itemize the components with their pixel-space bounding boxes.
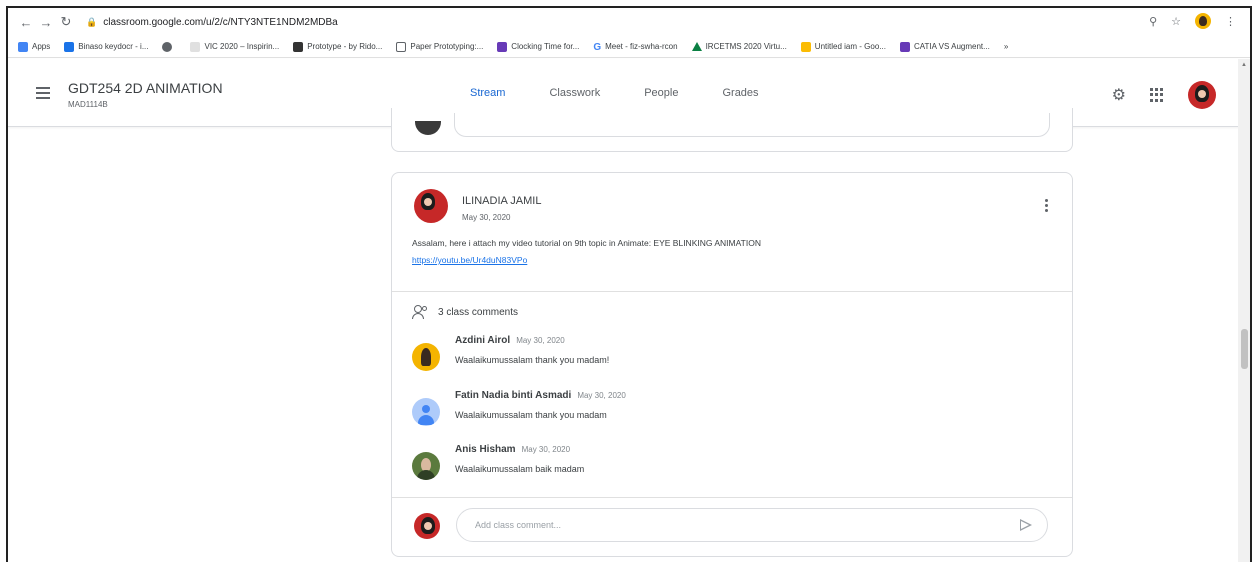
- comment-date: May 30, 2020: [577, 391, 626, 400]
- bookmark-item[interactable]: G Meet - fiz-swha-rcon: [593, 41, 677, 53]
- zoom-icon[interactable]: ⚲: [1149, 15, 1157, 28]
- divider: [392, 291, 1072, 292]
- avatar: [412, 343, 440, 371]
- comment-date: May 30, 2020: [516, 336, 565, 345]
- post-author: ILINADIA JAMIL: [462, 195, 542, 207]
- page-scrollbar[interactable]: ▲: [1238, 59, 1250, 562]
- comment-author: Azdini Airol May 30, 2020: [455, 335, 565, 346]
- bookmark-item[interactable]: VIC 2020 – Inspirin...: [190, 41, 279, 52]
- post-date: May 30, 2020: [462, 213, 511, 222]
- previous-comment-field[interactable]: [454, 113, 1050, 137]
- bookmark-item[interactable]: IRCETMS 2020 Virtu...: [691, 42, 787, 51]
- comment-item: Fatin Nadia binti Asmadi May 30, 2020 Waa…: [412, 390, 1052, 434]
- browser-window: ← → ↻ 🔒 classroom.google.com/u/2/c/NTY3N…: [6, 6, 1252, 562]
- post-link[interactable]: https://youtu.be/Ur4duN83VPo: [412, 255, 527, 265]
- class-comments-label: 3 class comments: [438, 306, 519, 318]
- browser-profile-avatar[interactable]: [1195, 13, 1211, 29]
- comment-author: Anis Hisham May 30, 2020: [455, 444, 571, 455]
- site-icon: [190, 41, 201, 52]
- previous-post-card: [391, 108, 1073, 152]
- globe-icon: [162, 41, 173, 52]
- comment-text: Waalaikumussalam thank you madam!: [455, 355, 610, 365]
- post-card: ILINADIA JAMIL May 30, 2020 Assalam, her…: [391, 172, 1073, 557]
- add-comment-row: [392, 498, 1072, 557]
- bookmark-item[interactable]: Untitled iam - Goo...: [800, 41, 886, 52]
- address-bar: ← → ↻ 🔒 classroom.google.com/u/2/c/NTY3N…: [8, 8, 1250, 36]
- post-text: Assalam, here i attach my video tutorial…: [412, 238, 761, 248]
- prototype-icon: [293, 41, 304, 52]
- account-avatar[interactable]: [1188, 81, 1216, 109]
- page-icon: [396, 41, 407, 52]
- bookmark-item[interactable]: CATIA VS Augment...: [899, 41, 990, 52]
- comment-date: May 30, 2020: [521, 445, 571, 454]
- send-icon[interactable]: [1020, 519, 1032, 531]
- author-avatar: [414, 189, 448, 223]
- star-icon[interactable]: ☆: [1171, 15, 1181, 28]
- add-comment-input[interactable]: [456, 508, 1048, 542]
- browser-menu-icon[interactable]: ⋮: [1225, 15, 1236, 28]
- forward-arrow-icon[interactable]: →: [36, 15, 56, 30]
- more-bookmarks-icon[interactable]: »: [1004, 42, 1008, 51]
- google-icon: G: [593, 41, 602, 53]
- bookmark-item[interactable]: Paper Prototyping:...: [396, 41, 483, 52]
- back-arrow-icon[interactable]: ←: [16, 15, 36, 30]
- shield-icon: [64, 41, 75, 52]
- bookmark-item[interactable]: Apps: [18, 41, 50, 52]
- apps-grid-icon: [18, 41, 28, 52]
- comment-item: Anis Hisham May 30, 2020 Waalaikumussalam…: [412, 444, 1052, 488]
- avatar: [412, 452, 440, 480]
- post-options-icon[interactable]: [1045, 199, 1048, 212]
- scroll-up-icon[interactable]: ▲: [1241, 62, 1247, 68]
- scrollbar-thumb[interactable]: [1241, 329, 1248, 369]
- drive-icon: [800, 41, 811, 52]
- comment-item: Azdini Airol May 30, 2020 Waalaikumussala…: [412, 335, 1052, 379]
- comment-author: Fatin Nadia binti Asmadi May 30, 2020: [455, 390, 626, 401]
- bookmark-item[interactable]: Prototype - by Rido...: [293, 41, 382, 52]
- bookmark-item[interactable]: [162, 41, 176, 52]
- url-field[interactable]: 🔒 classroom.google.com/u/2/c/NTY3NTE1NDM…: [86, 12, 338, 32]
- url-text: classroom.google.com/u/2/c/NTY3NTE1NDM2M…: [103, 16, 338, 28]
- course-section: MAD1114B: [68, 100, 108, 109]
- google-apps-icon[interactable]: [1150, 88, 1164, 102]
- avatar: [412, 398, 440, 426]
- comment-text: Waalaikumussalam thank you madam: [455, 410, 607, 420]
- avatar: [415, 121, 441, 135]
- class-comments-toggle[interactable]: 3 class comments: [412, 305, 518, 319]
- bookmark-item[interactable]: Clocking Time for...: [497, 41, 579, 52]
- lock-icon: 🔒: [86, 16, 98, 27]
- avatar: [414, 513, 440, 539]
- reload-icon[interactable]: ↻: [56, 14, 76, 30]
- comment-text: Waalaikumussalam baik madam: [455, 464, 585, 474]
- course-title[interactable]: GDT254 2D ANIMATION: [68, 80, 223, 96]
- triangle-icon: [691, 42, 702, 51]
- bookmarks-bar: Apps Binaso keydocr - i... VIC 2020 – In…: [8, 36, 1250, 58]
- people-icon: [412, 305, 430, 319]
- shield-icon: [497, 41, 508, 52]
- site-icon: [899, 41, 910, 52]
- settings-gear-icon[interactable]: ⚙: [1112, 85, 1126, 105]
- bookmark-item[interactable]: Binaso keydocr - i...: [64, 41, 148, 52]
- hamburger-menu-icon[interactable]: [36, 87, 50, 102]
